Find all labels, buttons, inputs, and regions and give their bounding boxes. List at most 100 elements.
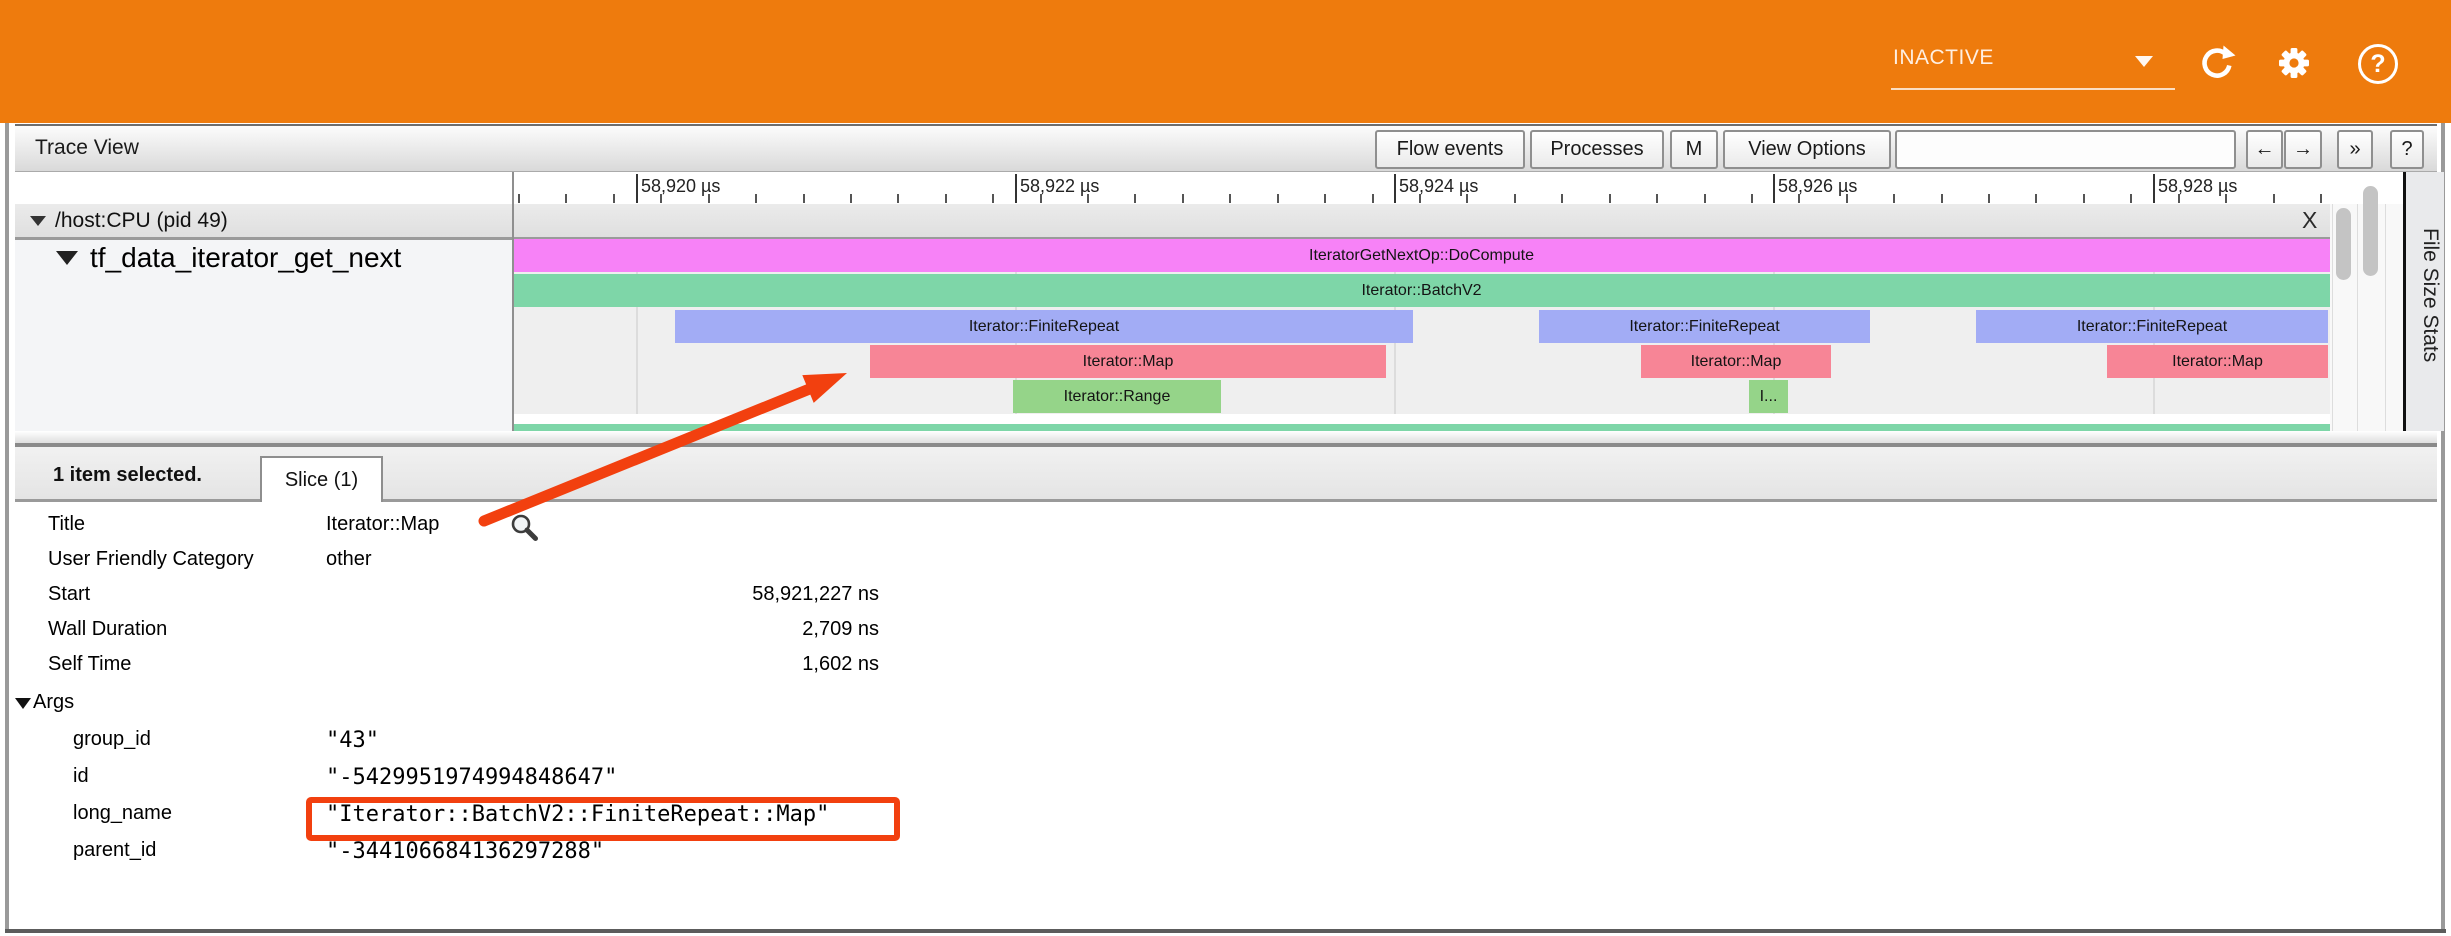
selection-status: 1 item selected. [53,464,202,487]
ruler-minor-tick [992,194,994,203]
ruler-minor-tick [1324,194,1326,203]
ruler-minor-tick [1988,194,1990,203]
trace-slice[interactable]: I... [1749,380,1788,413]
thread-collapse-icon[interactable] [56,251,78,265]
detail-value: 1,602 ns [326,653,879,676]
mode-select[interactable]: INACTIVE [1891,44,2177,90]
ruler-minor-tick [1229,194,1231,203]
ruler-minor-tick [755,194,757,203]
trace-slice[interactable]: IteratorGetNextOp::DoCompute [513,239,2330,272]
gutter-line [2385,204,2386,431]
thread-label: tf_data_iterator_get_next [90,242,401,274]
detail-row: Self Time 1,602 ns [0,653,950,683]
dropdown-arrow-icon [2135,56,2153,67]
detail-value: 58,921,227 ns [326,583,879,606]
processes-button[interactable]: Processes [1530,130,1664,169]
gutter-line [2357,204,2358,431]
trace-slice[interactable]: Iterator::BatchV2 [513,274,2330,307]
detail-row: group_id "43" [0,728,950,758]
ruler-minor-tick [1561,194,1563,203]
ruler-tick-label: 58,924 µs [1399,176,1478,197]
ruler-minor-tick [1656,194,1658,203]
trace-viewer-app: INACTIVE ? Trace View Flow eventsProcess… [0,0,2451,936]
track-gap-strip [513,414,2330,424]
ruler-minor-tick [803,194,805,203]
window-border-bottom [5,929,2446,933]
tab-slice[interactable]: Slice (1) [260,456,383,502]
detail-label: User Friendly Category [48,548,254,571]
m-button[interactable]: M [1670,130,1718,169]
ruler-minor-tick [1182,194,1184,203]
ruler-major-tick [1394,174,1396,203]
ruler-minor-tick [2035,194,2037,203]
toolbar-help-button[interactable]: ? [2390,130,2424,169]
horizontal-splitter[interactable] [15,431,2437,447]
trace-slice[interactable]: Iterator::FiniteRepeat [675,310,1413,343]
gear-icon[interactable] [2274,43,2314,83]
annotation-highlight-box [306,797,900,841]
ruler-minor-tick [850,194,852,203]
process-header-label: /host:CPU (pid 49) [55,209,228,233]
file-size-stats-label: File Size Stats [2408,228,2442,388]
trace-slice[interactable]: Iterator::Map [1641,345,1831,378]
trace-slice[interactable]: Iterator::FiniteRepeat [1976,310,2328,343]
detail-label: Args [33,691,74,714]
flow-events-button[interactable]: Flow events [1375,130,1525,169]
detail-label: id [73,765,89,788]
ruler-minor-tick [1893,194,1895,203]
ruler-minor-tick [1277,194,1279,203]
detail-value: Iterator::Map [326,513,439,536]
detail-label: group_id [73,728,151,751]
magnifier-icon[interactable] [509,512,543,546]
mode-select-value: INACTIVE [1893,46,1994,70]
gutter-line [2332,204,2333,431]
ruler-minor-tick [897,194,899,203]
close-track-button[interactable]: X [2298,207,2321,234]
detail-label: Start [48,583,90,606]
ruler-minor-tick [1514,194,1516,203]
page-title: Trace View [35,136,139,160]
detail-label: Wall Duration [48,618,167,641]
detail-label: Title [48,513,85,536]
ruler-minor-tick [1609,194,1611,203]
detail-row: Start 58,921,227 ns [0,583,950,613]
view-options-button[interactable]: View Options [1723,130,1891,169]
trace-slice[interactable]: Iterator::Map [870,345,1386,378]
detail-row: User Friendly Categoryother [0,548,950,578]
ruler-tick-label: 58,926 µs [1778,176,1857,197]
detail-value: "-5429951974994848647" [326,765,617,790]
ruler-minor-tick [1372,194,1374,203]
search-input[interactable] [1895,130,2236,169]
ruler-major-tick [1015,174,1017,203]
ruler-minor-tick [1751,194,1753,203]
detail-label: Self Time [48,653,131,676]
help-icon[interactable]: ? [2358,44,2398,84]
detail-row: Args [0,691,950,721]
detail-row: Title Iterator::Map [0,513,950,543]
ruler-minor-tick [518,194,520,203]
refresh-icon[interactable] [2197,43,2237,83]
ruler-minor-tick [1704,194,1706,203]
nav-left-button[interactable]: ← [2246,130,2283,169]
time-ruler [15,172,2406,206]
trace-slice[interactable]: Iterator::FiniteRepeat [1539,310,1870,343]
vertical-scrollbar-thumb[interactable] [2336,208,2351,280]
ruler-minor-tick [2083,194,2085,203]
panel-divider[interactable] [512,172,514,431]
ruler-minor-tick [565,194,567,203]
detail-row: Wall Duration2,709 ns [0,618,950,648]
ruler-minor-tick [1134,194,1136,203]
nav-right-button[interactable]: → [2284,130,2322,169]
ruler-tick-label: 58,928 µs [2158,176,2237,197]
process-collapse-icon[interactable] [30,216,46,226]
detail-label: parent_id [73,839,156,862]
trace-slice[interactable]: Iterator::Range [1013,380,1221,413]
ruler-minor-tick [2130,194,2132,203]
detail-value: "43" [326,728,379,753]
expand-button[interactable]: » [2337,130,2373,169]
ruler-major-tick [636,174,638,203]
trace-slice[interactable]: Iterator::Map [2107,345,2328,378]
args-collapse-icon[interactable] [15,698,31,709]
ruler-minor-tick [613,194,615,203]
vertical-scrollbar-thumb[interactable] [2363,186,2378,276]
